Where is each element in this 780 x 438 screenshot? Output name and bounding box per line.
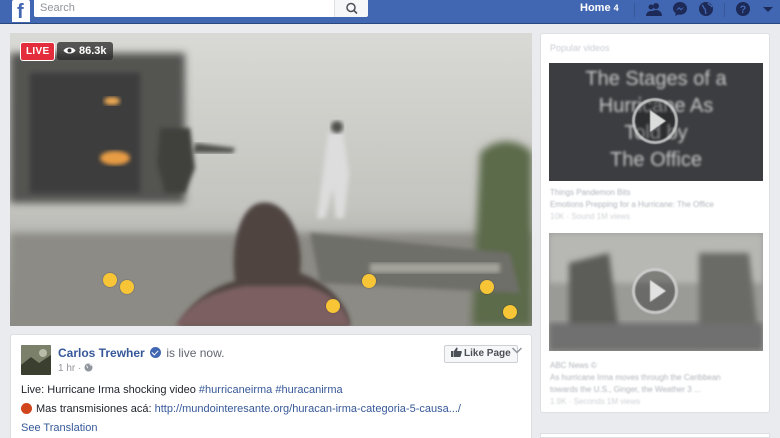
red-circle-icon bbox=[21, 403, 32, 414]
friends-icon[interactable] bbox=[646, 1, 662, 17]
suggested-videos-panel: Popular videos The Stages of a Hurricane… bbox=[540, 33, 770, 413]
avatar-image bbox=[21, 345, 51, 375]
post-text-line: Mas transmisiones acá: http://mundointer… bbox=[21, 403, 461, 415]
post-options-chevron-icon[interactable] bbox=[511, 345, 523, 355]
author-avatar[interactable] bbox=[21, 345, 51, 375]
search-button[interactable] bbox=[334, 0, 368, 17]
home-label: Home bbox=[580, 2, 611, 14]
post-timestamp[interactable]: 1 hr · bbox=[58, 363, 93, 374]
post-text: Live: Hurricane Irma shocking video #hur… bbox=[21, 384, 343, 396]
verified-badge-icon bbox=[150, 347, 162, 358]
video-subtitle: towards the U.S., Ginger, the Weather 3 … bbox=[550, 385, 701, 394]
sad-reaction-icon bbox=[362, 274, 376, 288]
nav-home-link[interactable]: Home 4 bbox=[580, 0, 619, 17]
haha-reaction-icon bbox=[120, 280, 134, 294]
viewer-count: 86.3k bbox=[79, 45, 107, 57]
video-thumbnail[interactable] bbox=[549, 233, 763, 351]
hashtag-link[interactable]: #hurricaneirma bbox=[199, 384, 272, 396]
play-icon[interactable] bbox=[632, 98, 678, 144]
messenger-icon[interactable] bbox=[672, 1, 688, 17]
live-status-text: is live now. bbox=[166, 346, 225, 360]
post-header: Carlos Trewher is live now. bbox=[58, 346, 224, 360]
help-icon[interactable]: ? bbox=[735, 1, 751, 17]
sad-reaction-icon bbox=[480, 280, 494, 294]
author-name-link[interactable]: Carlos Trewher bbox=[58, 346, 145, 360]
live-video-player[interactable]: LIVE 86.3k bbox=[10, 33, 532, 326]
live-badge: LIVE bbox=[20, 42, 56, 61]
sidebar-next-card bbox=[540, 433, 770, 438]
video-source[interactable]: ABC News © bbox=[550, 360, 597, 371]
like-page-label: Like Page bbox=[464, 348, 511, 359]
search-input[interactable]: Search bbox=[34, 0, 334, 17]
sad-reaction-icon bbox=[326, 299, 340, 313]
thumbs-up-icon bbox=[451, 347, 462, 357]
svg-text:?: ? bbox=[740, 4, 747, 16]
public-globe-icon bbox=[84, 363, 93, 372]
hashtag-link[interactable]: #huracanirma bbox=[275, 384, 342, 396]
top-navigation-bar: f Search Home 4 ? bbox=[0, 0, 780, 24]
caret-down-icon[interactable] bbox=[760, 1, 776, 17]
video-meta: 10K · Sound 1M views bbox=[550, 212, 631, 221]
sidebar-title: Popular videos bbox=[550, 43, 610, 53]
eye-icon bbox=[63, 47, 76, 54]
post-card: Carlos Trewher is live now. 1 hr · Like … bbox=[10, 334, 532, 438]
nav-divider bbox=[634, 3, 635, 17]
home-count-badge: 4 bbox=[613, 3, 619, 13]
see-translation-link[interactable]: See Translation bbox=[21, 422, 97, 434]
facebook-logo-icon[interactable]: f bbox=[12, 0, 30, 22]
video-title[interactable]: Things Pandemon Bits bbox=[550, 187, 631, 198]
video-thumbnail[interactable]: The Stages of a Hurricane As Told by The… bbox=[549, 63, 763, 181]
play-icon[interactable] bbox=[632, 268, 678, 314]
like-page-button[interactable]: Like Page bbox=[444, 345, 518, 363]
wow-reaction-icon bbox=[103, 273, 117, 287]
nav-divider bbox=[724, 3, 725, 17]
external-link[interactable]: http://mundointeresante.org/huracan-irma… bbox=[155, 403, 461, 415]
viewer-count-badge: 86.3k bbox=[57, 42, 113, 60]
video-frame bbox=[10, 33, 532, 326]
globe-icon[interactable] bbox=[698, 1, 714, 17]
sad-reaction-icon bbox=[503, 305, 517, 319]
search-icon bbox=[346, 2, 358, 15]
video-meta: 1.9K · Seconds 1M views bbox=[550, 397, 641, 406]
video-subtitle: As hurricane Irma moves through the Cari… bbox=[550, 373, 721, 382]
video-subtitle: Emotions Prepping for a Hurricane: The O… bbox=[550, 200, 714, 209]
